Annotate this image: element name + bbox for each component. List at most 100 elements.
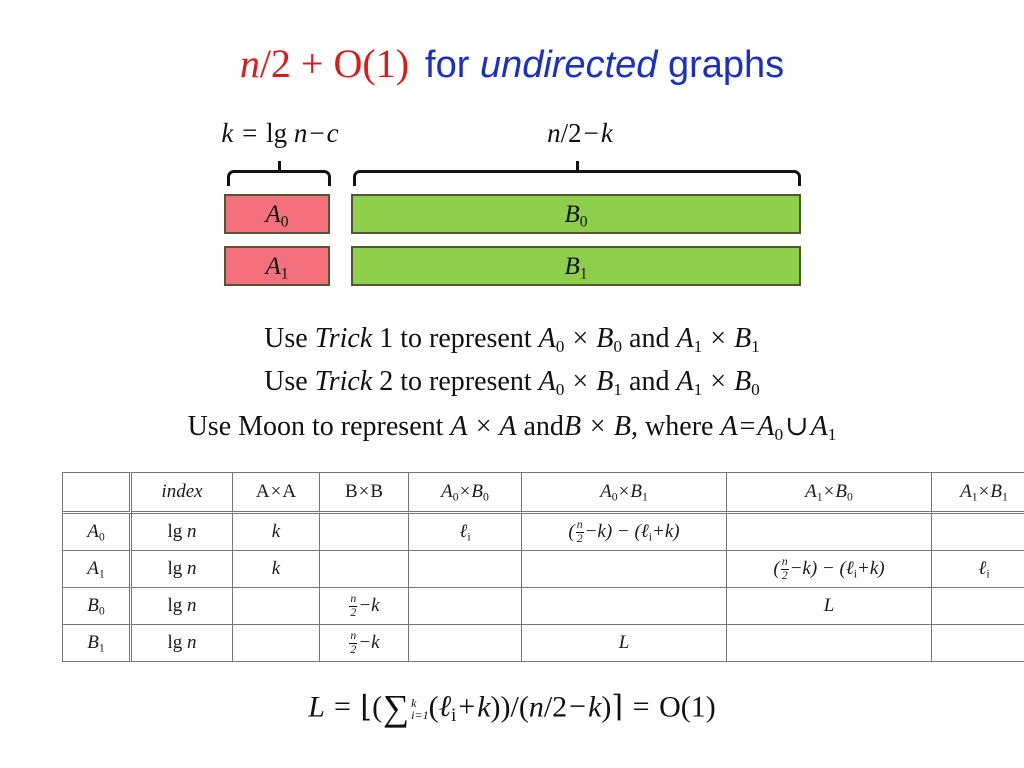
cell-a1-axa: k [233,551,320,588]
bar-b1-label: B1 [564,252,588,282]
cell-a1-a0xb0 [409,551,522,588]
sent2-to-represent: to represent [400,366,532,397]
brace-label-k-var: k [221,118,234,148]
cell-b0-axa [233,588,320,625]
title-word-for: for [425,44,470,86]
header-a0xb0: A0×B0 [409,472,522,514]
title-formula: n/2 + O(1) [240,41,409,86]
bar-b1: B1 [351,246,801,286]
sent3-eq-a1-sub: 1 [827,424,837,444]
sent3-term1: A × A [450,411,517,442]
summary-table: index A×A B×B A0×B0 A0×B1 A1×B0 A1×B1 A0… [62,472,1024,662]
sentence-trick-1: Use Trick 1 to represent A0 × B0 and A1 … [0,323,1024,355]
bar-a1: A1 [224,246,330,286]
cell-a0-axa: k [233,514,320,551]
sent3-eq-a: A [720,411,738,442]
bar-a1-label: A1 [265,252,288,282]
header-a1xb1: A1×B1 [932,472,1024,514]
bar-b1-sub: 1 [579,264,588,282]
brace-a-bar [227,170,331,186]
header-a0xb0-text: A0×B0 [441,481,489,504]
cell-b0-a0xb1 [522,588,727,625]
formula-plus: + [458,690,476,724]
brace-label-nk-minus: − [583,118,599,148]
brace-label-k: k = lg n−c [180,118,380,149]
cell-b1-a1xb1 [932,625,1024,662]
sent2-term2: A1 × B0 [676,366,760,399]
formula-ceil-open: ⌊ [360,690,373,724]
sent1-num: 1 [379,323,394,354]
sent1-term2-a: A [676,323,694,354]
header-bxb: B×B [320,472,409,514]
formula-lhs: L [308,690,325,724]
sent1-term2-b-sub: 1 [751,336,760,356]
formula-n: n [528,690,544,724]
sent1-term1-b-sub: 0 [613,336,623,356]
bar-b1-base: B [564,252,580,280]
brace-label-k-c: c [326,118,339,148]
cell-a1-a1xb0: (n 2 −k) − (ℓi+k) [727,551,932,588]
brace-group-b [353,161,801,186]
sent2-and: and [629,366,670,397]
title-formula-rest: /2 + O(1) [259,41,410,86]
sent3-eq-a1: A [810,411,828,442]
table-row: B0 lg n n 2 −k L [62,588,1024,625]
formula-paren-close: ) [601,690,612,724]
sent1-term1: A0 × B0 [539,323,623,356]
header-bxb-text: B×B [344,481,384,502]
sent1-term1-b: B [596,323,614,354]
sent3-eq-a0: A [757,411,775,442]
cell-a1-index: lg n [132,551,233,588]
sent1-trick: Trick [314,323,373,354]
cell-b1-bxb: n 2 −k [320,625,409,662]
formula-slash: /( [510,690,529,724]
cell-a0-a1xb0 [727,514,932,551]
cell-b0-a0xb0 [409,588,522,625]
sent2-trick: Trick [314,366,373,397]
title-word-graphs: graphs [667,44,785,86]
sent3-where: , where [631,411,714,442]
bar-b0-base: B [564,200,580,228]
sent2-term1-b: B [596,366,614,397]
bar-a1-base: A [265,252,281,280]
sent3-term2: B × B [563,411,632,442]
sent2-term2-b-sub: 0 [751,379,760,399]
header-a0xb1-text: A0×B1 [600,481,648,504]
cell-a1-a0xb1 [522,551,727,588]
header-a1xb0-text: A1×B0 [805,481,853,504]
cell-b0-a1xb0: L [727,588,932,625]
formula-ell: ℓi [438,690,457,727]
cell-a0-a0xb1: (n 2 −k) − (ℓi+k) [522,514,727,551]
row-label-a0: A0 [62,514,132,551]
brace-b-bar [353,170,801,186]
cell-a0-bxb [320,514,409,551]
brace-label-nk-slash2: /2 [560,118,582,148]
cell-b0-bxb: n 2 −k [320,588,409,625]
title-suffix: for undirected graphs [425,44,784,86]
cell-b0-a1xb1 [932,588,1024,625]
header-axa: A×A [233,472,320,514]
sent2-term1-times: × [565,366,596,397]
sent2-term1: A0 × B1 [538,366,622,398]
cell-a1-a1xb1: ℓi [932,551,1024,588]
sent1-term2-times: × [703,323,734,354]
sent2-num: 2 [379,366,394,397]
sent1-use: Use [264,323,308,354]
sentence-moon: Use Moon to represent A × A andB × B, wh… [0,409,1024,443]
cell-b1-a0xb1: L [522,625,727,662]
cell-b1-a0xb0 [409,625,522,662]
formula-inner-open: ( [428,690,439,724]
sent3-eq-a0-sub: 0 [774,424,784,444]
bar-b0: B0 [351,194,801,234]
brace-label-nk: n/2−k [480,118,680,149]
formula-inner-close: )) [490,690,511,724]
table-row: A1 lg n k (n 2 −k) − (ℓi+k) ℓi [62,551,1024,588]
header-axa-text: A×A [255,481,297,502]
brace-label-nk-k: k [600,118,613,148]
row-label-b1: B1 [62,625,132,662]
header-a1xb0: A1×B0 [727,472,932,514]
sent2-term1-a: A [538,366,556,397]
sent1-term2: A1 × B1 [676,323,760,356]
formula-k: k [477,690,491,724]
brace-label-k-lg: lg [266,118,288,148]
